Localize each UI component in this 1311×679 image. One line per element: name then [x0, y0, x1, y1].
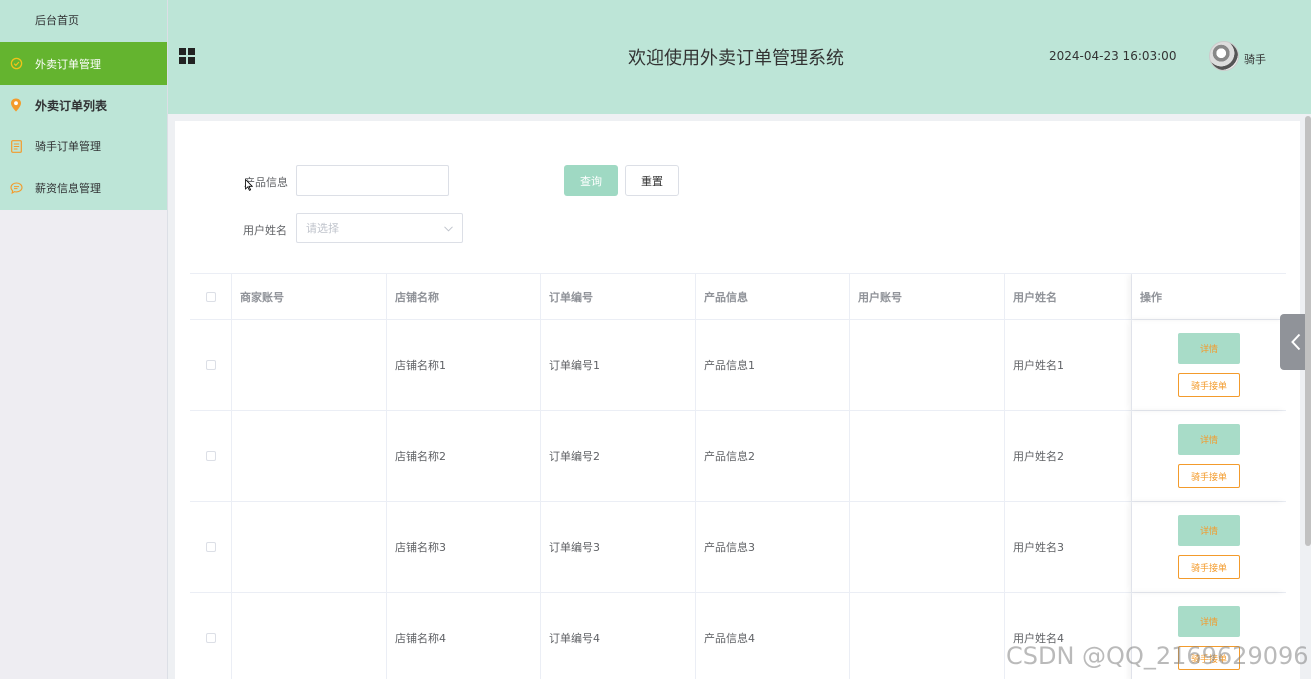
merchant-account-cell: [232, 502, 387, 592]
table-header: 商家账号 店铺名称 订单编号 产品信息 用户账号 用户姓名 操作: [190, 274, 1286, 320]
reset-button[interactable]: 重置: [625, 165, 679, 196]
actions-cell: 详情 骑手接单: [1132, 502, 1286, 592]
query-button[interactable]: 查询: [564, 165, 618, 196]
order-no-cell: 订单编号1: [541, 320, 696, 410]
user-name-cell: 用户姓名1: [1005, 320, 1132, 410]
column-header[interactable]: 用户账号: [850, 274, 1005, 319]
column-header[interactable]: 店铺名称: [387, 274, 541, 319]
chevron-down-icon: [444, 226, 453, 232]
user-name-cell: 用户姓名2: [1005, 411, 1132, 501]
location-pin-icon: [9, 98, 23, 112]
sidebar-item-home[interactable]: 后台首页: [0, 0, 167, 40]
top-header: 欢迎使用外卖订单管理系统 2024-04-23 16:03:00 骑手: [168, 0, 1311, 114]
shop-name-cell: 店铺名称1: [387, 320, 541, 410]
row-select-cell: [190, 502, 232, 592]
avatar[interactable]: [1209, 41, 1239, 71]
sidebar-item-salary[interactable]: 薪资信息管理: [0, 167, 167, 209]
sidebar-item-label: 薪资信息管理: [35, 182, 101, 195]
product-cell: 产品信息2: [696, 411, 850, 501]
main-content: 产品信息 用户姓名 请选择 查询 重置 商家账号 店铺名称 订单编号 产品信息 …: [175, 121, 1300, 679]
user-account-cell: [850, 320, 1005, 410]
sidebar-item-takeout-order-list[interactable]: 外卖订单列表: [0, 85, 167, 125]
shop-name-cell: 店铺名称3: [387, 502, 541, 592]
row-select-cell: [190, 411, 232, 501]
detail-button[interactable]: 详情: [1178, 515, 1240, 546]
sidebar: 后台首页 外卖订单管理 外卖订单列表 骑手订单管理 薪资信息管理: [0, 0, 168, 679]
column-header[interactable]: 产品信息: [696, 274, 850, 319]
shop-name-cell: 店铺名称4: [387, 593, 541, 679]
current-datetime: 2024-04-23 16:03:00: [1049, 49, 1177, 63]
user-account-cell: [850, 502, 1005, 592]
detail-button[interactable]: 详情: [1178, 424, 1240, 455]
product-cell: 产品信息3: [696, 502, 850, 592]
circle-check-icon: [9, 57, 23, 71]
sidebar-item-label: 外卖订单列表: [35, 98, 108, 113]
column-header[interactable]: 商家账号: [232, 274, 387, 319]
user-account-cell: [850, 411, 1005, 501]
merchant-account-cell: [232, 593, 387, 679]
select-placeholder: 请选择: [306, 222, 339, 235]
row-select-cell: [190, 593, 232, 679]
select-all-checkbox[interactable]: [205, 291, 216, 302]
orders-table: 商家账号 店铺名称 订单编号 产品信息 用户账号 用户姓名 操作 店铺名称1 订…: [190, 273, 1286, 679]
column-header[interactable]: 用户姓名: [1005, 274, 1132, 319]
username[interactable]: 骑手: [1244, 51, 1266, 67]
watermark: CSDN @QQ_2169629096: [1006, 642, 1309, 670]
rider-accept-button[interactable]: 骑手接单: [1178, 464, 1240, 488]
chat-icon: [9, 181, 23, 195]
document-icon: [9, 139, 23, 153]
merchant-account-cell: [232, 411, 387, 501]
sidebar-item-label: 骑手订单管理: [35, 140, 101, 153]
product-info-input[interactable]: [296, 165, 449, 196]
actions-cell: 详情 骑手接单: [1132, 320, 1286, 410]
user-account-cell: [850, 593, 1005, 679]
actions-cell: 详情 骑手接单: [1132, 411, 1286, 501]
sidebar-item-label: 后台首页: [35, 14, 79, 27]
shop-name-cell: 店铺名称2: [387, 411, 541, 501]
user-name-cell: 用户姓名3: [1005, 502, 1132, 592]
sidebar-item-label: 外卖订单管理: [35, 57, 101, 71]
user-name-select[interactable]: 请选择: [296, 213, 463, 243]
row-checkbox[interactable]: [205, 542, 216, 552]
sidebar-item-takeout-orders[interactable]: 外卖订单管理: [0, 42, 167, 85]
table-row: 店铺名称3 订单编号3 产品信息3 用户姓名3 详情 骑手接单: [190, 502, 1286, 593]
detail-button[interactable]: 详情: [1178, 333, 1240, 364]
menu-grid-icon[interactable]: [179, 48, 195, 64]
table-row: 店铺名称2 订单编号2 产品信息2 用户姓名2 详情 骑手接单: [190, 411, 1286, 502]
detail-button[interactable]: 详情: [1178, 606, 1240, 637]
product-cell: 产品信息1: [696, 320, 850, 410]
user-name-label: 用户姓名: [243, 224, 287, 237]
chevron-left-icon: [1290, 333, 1300, 351]
row-checkbox[interactable]: [205, 360, 216, 370]
order-no-cell: 订单编号3: [541, 502, 696, 592]
sidebar-item-rider-orders[interactable]: 骑手订单管理: [0, 125, 167, 167]
select-all-cell: [190, 274, 232, 319]
page-title: 欢迎使用外卖订单管理系统: [628, 48, 844, 69]
row-checkbox[interactable]: [205, 451, 216, 461]
product-cell: 产品信息4: [696, 593, 850, 679]
table-row: 店铺名称1 订单编号1 产品信息1 用户姓名1 详情 骑手接单: [190, 320, 1286, 411]
vertical-scrollbar[interactable]: [1305, 116, 1311, 546]
row-select-cell: [190, 320, 232, 410]
rider-accept-button[interactable]: 骑手接单: [1178, 373, 1240, 397]
row-checkbox[interactable]: [205, 633, 216, 643]
column-header[interactable]: 订单编号: [541, 274, 696, 319]
mouse-cursor-icon: [245, 179, 253, 191]
column-header: 操作: [1132, 274, 1286, 319]
merchant-account-cell: [232, 320, 387, 410]
rider-accept-button[interactable]: 骑手接单: [1178, 555, 1240, 579]
order-no-cell: 订单编号2: [541, 411, 696, 501]
order-no-cell: 订单编号4: [541, 593, 696, 679]
